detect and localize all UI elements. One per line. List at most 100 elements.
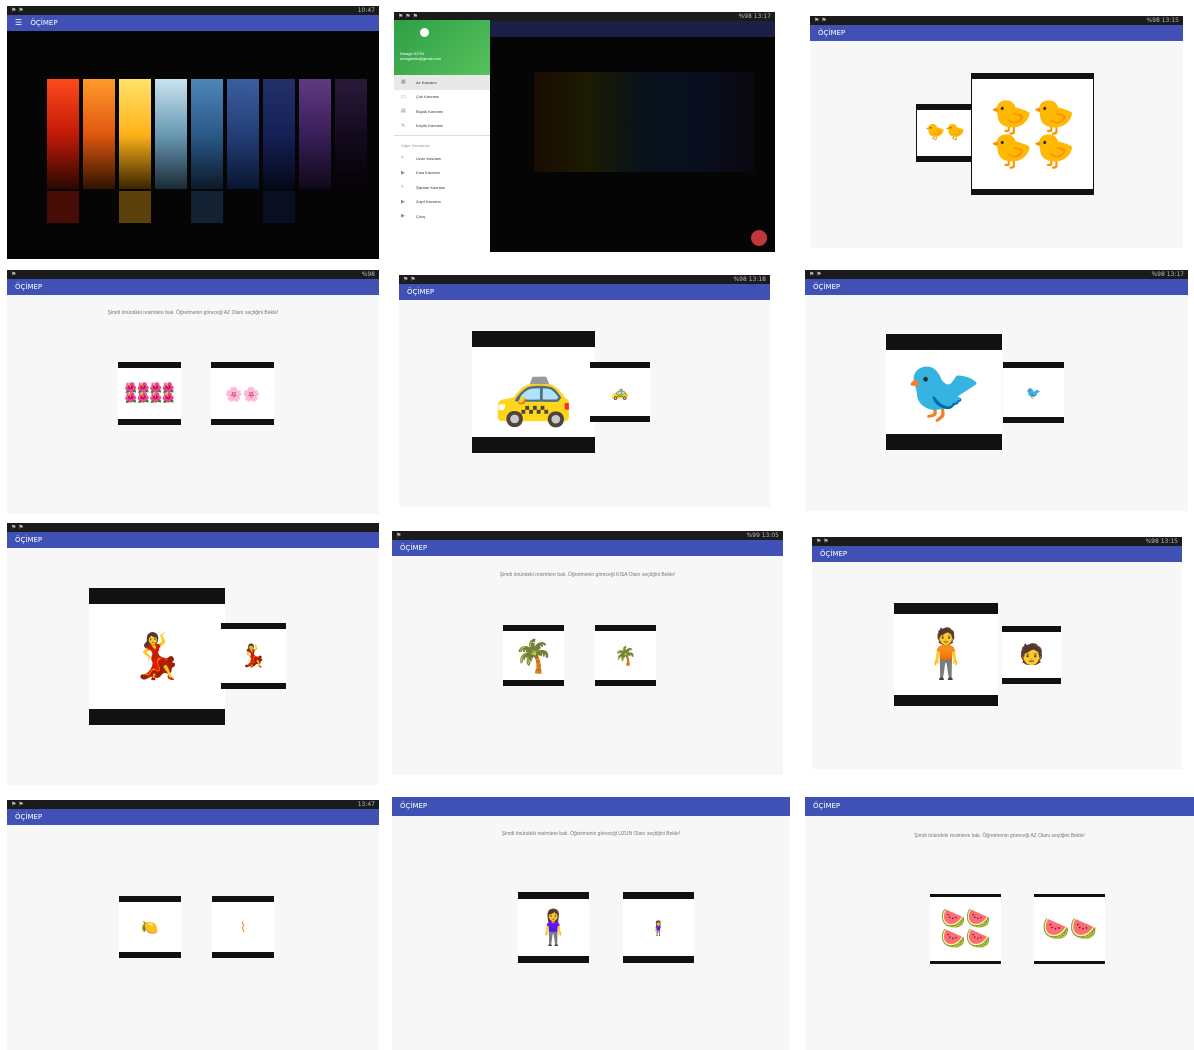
status-bar: ⚑ ⚑ %98 13:17 (805, 270, 1188, 279)
stem-image: ⌇ (239, 919, 247, 935)
choice-card-car-big[interactable]: 🚕 (472, 331, 595, 453)
tablet-icon: ▭ (401, 93, 406, 100)
app-title: ÖÇİMEP (15, 283, 43, 291)
drawer-item-exit[interactable]: ▶ Çıkış (394, 209, 490, 224)
app-title: ÖÇİMEP (820, 550, 848, 558)
wallpaper-image (7, 31, 379, 259)
screen-girl-size: ⚑ ⚑ ÖÇİMEP 💃 💃 (7, 523, 379, 785)
bird-image: 🐦 (905, 357, 983, 426)
bird-image: 🐦 (1026, 385, 1041, 400)
girl-image: 💃 (129, 631, 185, 681)
screen-man-shape: ⚑ ⚑ %98 13:15 ÖÇİMEP 🧍 🧑 (812, 537, 1182, 769)
screen-flowers: ⚑ %98 ÖÇİMEP Şimdi önündeki resimlere bak… (7, 270, 379, 514)
share-icon: < (401, 184, 404, 191)
app-title: ÖÇİMEP (813, 283, 841, 291)
status-bar: ⚑ ⚑ %98 13:15 (810, 16, 1183, 25)
screen-watermelon: ÖÇİMEP Şimdi önündeki resimlere bak. Öğr… (805, 797, 1194, 1050)
drawer-header: Ninagtı SİTİN ninagtisitin@gmail.com (394, 20, 490, 75)
grid-icon: ▦ (401, 79, 406, 86)
girl-image: 🧍‍♀️ (532, 908, 575, 947)
choice-card-man-fat[interactable]: 🧑 (1002, 626, 1061, 684)
app-title: ÖÇİMEP (813, 802, 841, 810)
man-image: 🧍 (916, 627, 976, 681)
choice-card-flowers-two[interactable]: 🌸🌸 (211, 362, 274, 425)
choice-card-birds-four[interactable]: 🐤🐤🐤🐤 (971, 73, 1094, 195)
drawer-item-kisa[interactable]: ▶ Kısa Kavramı (394, 166, 490, 181)
choice-card-watermelon-two[interactable]: 🍉🍉 (1034, 894, 1105, 964)
app-title: ÖÇİMEP (407, 288, 435, 296)
status-bar: ⚑ ⚑ %98 13:18 (399, 275, 770, 284)
fab-button[interactable] (751, 230, 767, 246)
app-bar: ÖÇİMEP (392, 540, 783, 556)
status-bar: ⚑ ⚑ (7, 523, 379, 532)
app-bar: ÖÇİMEP (805, 279, 1188, 295)
menu-icon[interactable]: ☰ (15, 15, 22, 31)
drawer-item-sisman[interactable]: < Şişman Kavramı (394, 180, 490, 195)
status-bar: ⚑ ⚑ %98 13:15 (812, 537, 1182, 546)
app-title: ÖÇİMEP (15, 536, 43, 544)
app-bar: ☰ ÖÇİMEP (7, 15, 379, 31)
choice-card-fruit[interactable]: 🍋 (119, 896, 181, 958)
drawer-item-buyuk[interactable]: ▤ Büyük Kavramı (394, 104, 490, 119)
screen-palm-size: ⚑ %99 13:05 ÖÇİMEP Şimdi önündeki resimle… (392, 531, 783, 775)
screen-girl-height: ÖÇİMEP Şimdi önündeki resimlere bak. Öğr… (392, 797, 790, 1050)
palm-image: 🌴 (614, 645, 637, 666)
screen-drawer: ⚑ ⚑ ⚑ %98 13:17 Ninagtı SİTİN ninagtisiti… (394, 12, 775, 252)
palm-image: 🌴 (513, 637, 554, 674)
status-bar: ⚑ ⚑ 10:47 (7, 6, 379, 15)
instruction-text: Şimdi önündeki resimlere bak. Öğretmenin… (914, 833, 1085, 839)
watermelon-image: 🍉🍉 (1042, 916, 1097, 941)
avatar (420, 28, 429, 37)
man-image: 🧑 (1019, 644, 1044, 666)
app-bar: ÖÇİMEP (392, 797, 790, 816)
app-bar: ÖÇİMEP (812, 546, 1182, 562)
choice-card-birds-two[interactable]: 🐤🐤 (916, 104, 974, 162)
app-title: ÖÇİMEP (30, 19, 58, 27)
bird-image: 🐤🐤 (925, 124, 965, 141)
app-bar: ÖÇİMEP (7, 279, 379, 295)
screen-bird-size: ⚑ ⚑ %98 13:17 ÖÇİMEP 🐦 🐦 (805, 270, 1188, 511)
screen-fruit: ⚑ ⚑ 13:47 ÖÇİMEP 🍋 ⌇ (7, 800, 379, 1050)
choice-card-watermelon-four[interactable]: 🍉🍉🍉🍉 (930, 894, 1001, 964)
choice-card-car-small[interactable]: 🚕 (590, 362, 650, 422)
choice-card-girl-big[interactable]: 💃 (89, 588, 225, 725)
choice-card-girl-small[interactable]: 💃 (221, 623, 286, 689)
choice-card-man-thin[interactable]: 🧍 (894, 603, 998, 706)
instruction-text: Şimdi önündeki resimlere bak. Öğretmenin… (501, 831, 681, 837)
drawer-item-kucuk[interactable]: ✎ Küçük Kavramı (394, 119, 490, 134)
drawer-item-az[interactable]: ▦ Az Kavramı (394, 75, 490, 90)
drawer-item-uzun[interactable]: < Uzun Kavramı (394, 151, 490, 166)
pencil-icon: ✎ (401, 122, 406, 129)
choice-card-palm-long[interactable]: 🌴 (503, 625, 564, 686)
car-image: 🚕 (611, 384, 629, 400)
user-email: ninagtisitin@gmail.com (400, 56, 442, 61)
choice-card-stem[interactable]: ⌇ (212, 896, 274, 958)
girl-image: 🧍‍♀️ (649, 919, 668, 936)
drawer-item-cok[interactable]: ▭ Çok Kavramı (394, 90, 490, 105)
choice-card-palm-short[interactable]: 🌴 (595, 625, 656, 686)
book-icon: ▤ (401, 108, 406, 115)
choice-card-girl-tall[interactable]: 🧍‍♀️ (518, 892, 589, 963)
instruction-text: Şimdi önündeki resimlere bak. Öğretmenin… (107, 310, 279, 316)
app-title: ÖÇİMEP (15, 813, 43, 821)
app-bar: ÖÇİMEP (399, 284, 770, 300)
instruction-text: Şimdi önündeki resimlere bak. Öğretmenin… (499, 572, 676, 578)
drawer-section-label: Diğer Kavramlar (401, 143, 430, 148)
choice-card-bird-big[interactable]: 🐦 (886, 334, 1002, 450)
play-icon: ▶ (401, 198, 405, 205)
screen-car-size: ⚑ ⚑ %98 13:18 ÖÇİMEP 🚕 🚕 (399, 275, 770, 507)
choice-card-flowers-many[interactable]: 🌺🌺🌺🌺🌺🌺🌺🌺 (118, 362, 181, 425)
play-icon: ▶ (401, 169, 405, 176)
choice-card-girl-short[interactable]: 🧍‍♀️ (623, 892, 694, 963)
app-title: ÖÇİMEP (818, 29, 846, 37)
choice-card-bird-small[interactable]: 🐦 (1003, 362, 1064, 423)
app-bar: ÖÇİMEP (810, 25, 1183, 41)
watermelon-image: 🍉🍉🍉🍉 (940, 908, 991, 950)
flower-image: 🌺🌺🌺🌺🌺🌺🌺🌺 (124, 382, 175, 404)
drawer-item-zayif[interactable]: ▶ Zayıf Kavramı (394, 195, 490, 210)
bird-image: 🐤🐤🐤🐤 (990, 98, 1075, 170)
screen-home: ⚑ ⚑ 10:47 ☰ ÖÇİMEP (7, 6, 379, 259)
screen-birds-count: ⚑ ⚑ %98 13:15 ÖÇİMEP 🐤🐤 🐤🐤🐤🐤 (810, 16, 1183, 248)
girl-image: 💃 (239, 643, 268, 668)
app-bar: ÖÇİMEP (805, 797, 1194, 816)
